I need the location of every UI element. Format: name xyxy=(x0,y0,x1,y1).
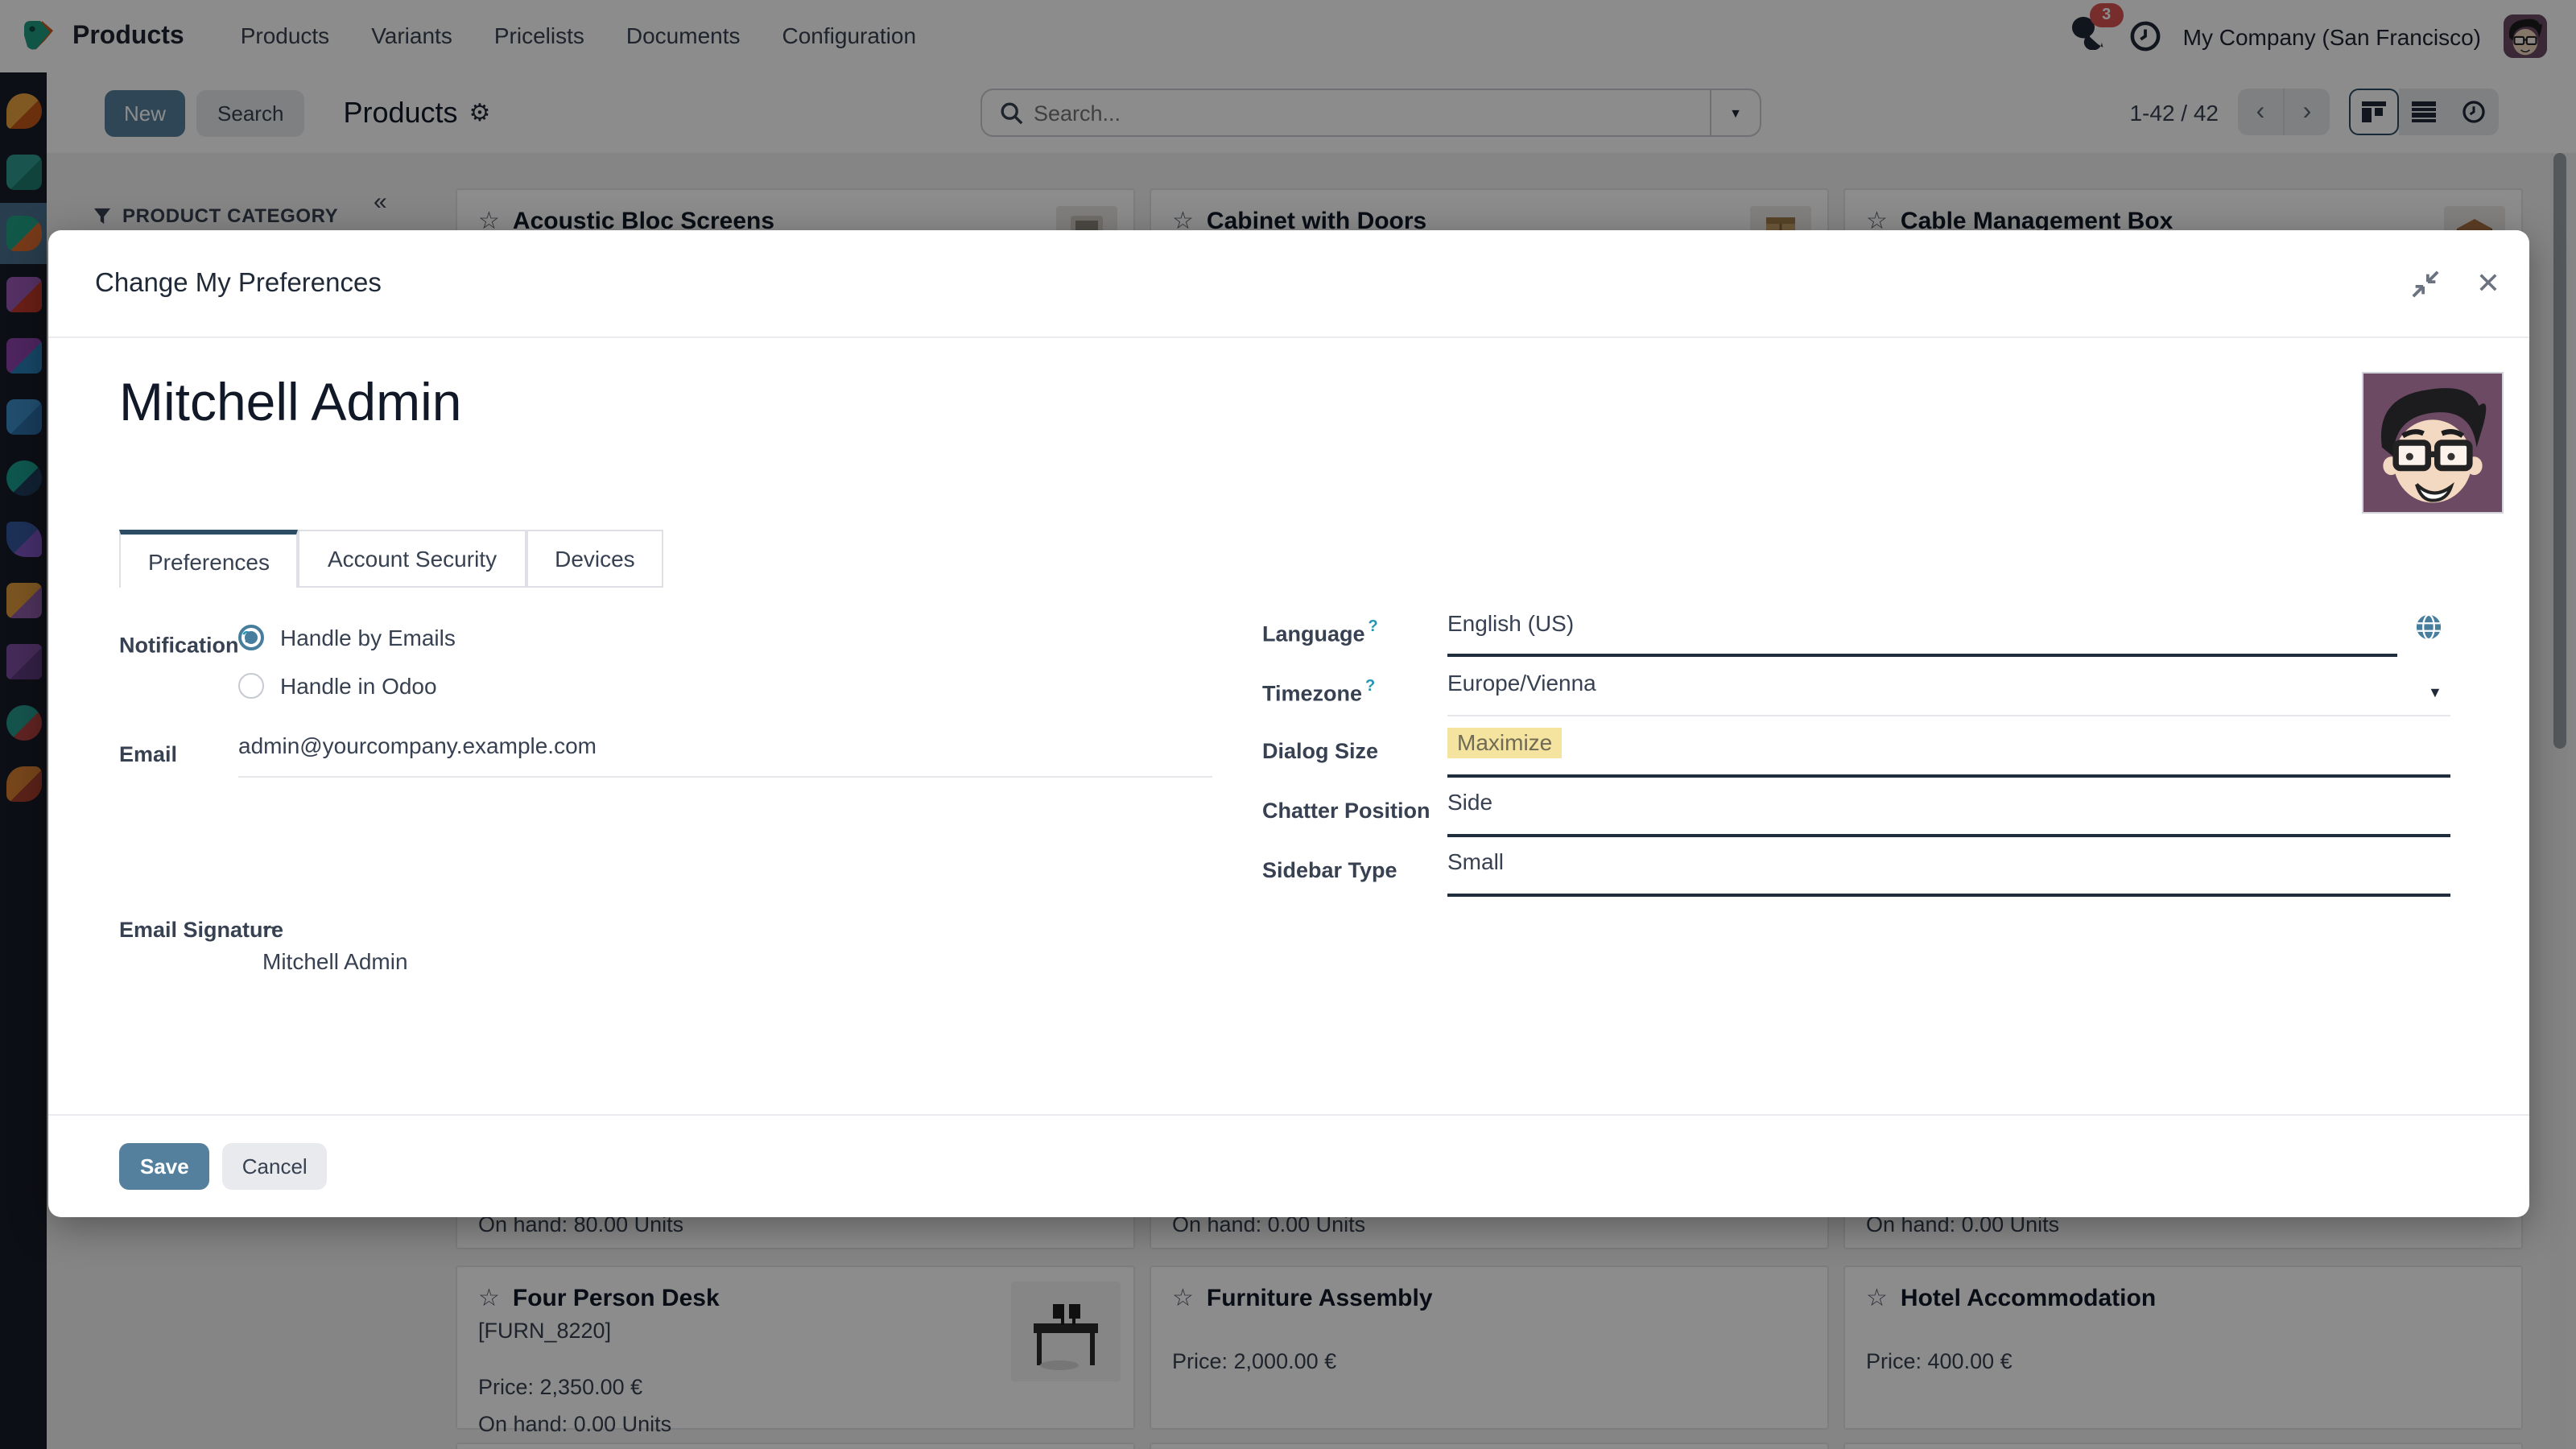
email-signature-label: Email Signature xyxy=(119,918,284,942)
close-dialog-button[interactable]: ✕ xyxy=(2476,266,2500,300)
email-signature-field[interactable]: -- Mitchell Admin xyxy=(262,913,408,974)
email-value[interactable]: admin@yourcompany.example.com xyxy=(238,733,597,758)
dialog-size-label: Dialog Size xyxy=(1262,739,1379,763)
dialog-size-field[interactable]: Maximize xyxy=(1447,728,2450,778)
modal-title: Change My Preferences xyxy=(95,268,382,297)
close-icon: ✕ xyxy=(2475,266,2500,299)
dialog-size-value[interactable]: Maximize xyxy=(1447,728,1563,758)
signature-line-name: Mitchell Admin xyxy=(262,948,408,974)
timezone-label-wrap: Timezone? xyxy=(1262,678,1375,709)
timezone-caret-icon[interactable]: ▼ xyxy=(2428,684,2442,700)
timezone-field[interactable]: Europe/Vienna xyxy=(1447,670,2450,716)
sidebar-type-field[interactable]: Small xyxy=(1447,848,2450,897)
user-name-heading: Mitchell Admin xyxy=(119,372,462,431)
language-field[interactable]: English (US) xyxy=(1447,610,2397,657)
cancel-button[interactable]: Cancel xyxy=(222,1143,327,1190)
language-help-icon[interactable]: ? xyxy=(1368,618,1378,636)
avatar-face-icon xyxy=(2363,374,2502,512)
preferences-modal: Change My Preferences ✕ Mitchell Admin P… xyxy=(48,230,2529,1217)
sidebar-type-label: Sidebar Type xyxy=(1262,858,1397,882)
notification-label: Notification xyxy=(119,633,239,658)
tab-account-security[interactable]: Account Security xyxy=(298,530,526,588)
modal-tabs: Preferences Account Security Devices xyxy=(119,530,664,588)
notification-option-odoo[interactable]: Handle in Odoo xyxy=(238,673,437,699)
modal-header: Change My Preferences ✕ xyxy=(48,230,2529,338)
radio-selected[interactable] xyxy=(238,625,264,650)
signature-line-dashes: -- xyxy=(262,913,278,939)
save-button[interactable]: Save xyxy=(119,1143,210,1190)
chatter-position-value[interactable]: Side xyxy=(1447,789,1492,815)
tab-preferences[interactable]: Preferences xyxy=(119,530,299,588)
globe-icon xyxy=(2416,613,2442,641)
radio-label: Handle by Emails xyxy=(280,625,456,650)
collapse-dialog-button[interactable] xyxy=(2410,268,2441,299)
language-value[interactable]: English (US) xyxy=(1447,610,1574,636)
email-field[interactable]: admin@yourcompany.example.com xyxy=(238,733,1212,778)
language-label: Language xyxy=(1262,621,1365,646)
user-avatar-image[interactable] xyxy=(2362,372,2504,514)
radio-label: Handle in Odoo xyxy=(280,673,437,699)
modal-footer: Save Cancel xyxy=(48,1114,2529,1217)
compress-arrows-icon xyxy=(2412,270,2439,297)
timezone-help-icon[interactable]: ? xyxy=(1365,678,1375,696)
language-label-wrap: Language? xyxy=(1262,618,1378,650)
chatter-position-field[interactable]: Side xyxy=(1447,789,2450,837)
notification-option-emails[interactable]: Handle by Emails xyxy=(238,625,456,650)
timezone-label: Timezone xyxy=(1262,681,1363,706)
chatter-position-label: Chatter Position xyxy=(1262,799,1430,823)
tab-devices[interactable]: Devices xyxy=(526,530,664,588)
radio-unselected[interactable] xyxy=(238,673,264,699)
language-globe-button[interactable] xyxy=(2415,613,2442,649)
app-window: Products Products Variants Pricelists Do… xyxy=(0,0,2576,1449)
sidebar-type-value[interactable]: Small xyxy=(1447,848,1504,874)
timezone-value[interactable]: Europe/Vienna xyxy=(1447,670,1596,696)
notification-label-wrap: Notification? xyxy=(119,630,252,661)
email-label: Email xyxy=(119,742,178,766)
